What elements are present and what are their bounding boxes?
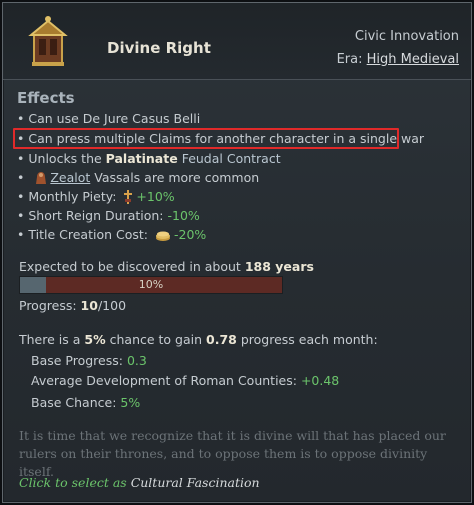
effects-list: • Can use De Jure Casus Belli • Can press … <box>13 109 463 244</box>
effect-text: Vassals are more common <box>94 170 260 185</box>
progress-total: /100 <box>97 298 127 313</box>
era-link[interactable]: High Medieval <box>367 52 459 67</box>
progress-bar-label: 10% <box>138 278 164 291</box>
avg-dev-label: Average Development of Roman Counties: <box>31 373 297 388</box>
effect-item: • Can use De Jure Casus Belli <box>17 111 201 126</box>
effect-text: Can press multiple Claims for another ch… <box>28 131 425 146</box>
expected-discovery: Expected to be discovered in about 188 y… <box>19 259 314 274</box>
base-chance-label: Base Chance: <box>31 395 117 410</box>
effect-item: • Short Reign Duration: -10% <box>17 208 200 223</box>
tech-era: Era: High Medieval <box>337 52 459 67</box>
tooltip-panel: Divine Right Civic Innovation Era: High … <box>2 2 472 503</box>
base-progress-value: 0.3 <box>126 353 147 368</box>
expected-years: 188 years <box>244 259 314 274</box>
chance-text: chance to gain <box>109 332 203 347</box>
flavor-text: It is time that we recognize that it is … <box>19 428 446 479</box>
avg-dev-value: +0.48 <box>300 373 340 388</box>
tech-title: Divine Right <box>107 39 211 57</box>
chance-text: There is a <box>19 332 81 347</box>
monthly-chance: There is a 5% chance to gain 0.78 progre… <box>19 332 378 347</box>
effect-text: Can use De Jure Casus Belli <box>28 111 201 126</box>
progress-label: Progress: <box>19 298 77 313</box>
zealot-link[interactable]: Zealot <box>50 170 90 185</box>
piety-value: +10% <box>136 189 175 204</box>
base-progress: Base Progress: 0.3 <box>31 353 147 368</box>
tech-category: Civic Innovation <box>354 29 459 44</box>
effects-heading: Effects <box>17 89 75 107</box>
base-progress-label: Base Progress: <box>31 353 123 368</box>
chance-amount: 0.78 <box>206 332 237 347</box>
piety-icon <box>124 190 133 204</box>
effect-label: Short Reign Duration: <box>28 208 164 223</box>
palatinate-link[interactable]: Palatinate <box>106 151 178 166</box>
feudal-contract-link[interactable]: Feudal Contract <box>182 151 281 166</box>
effect-item: • Title Creation Cost: -20% <box>17 227 207 242</box>
progress-readout: Progress: 10/100 <box>19 298 126 313</box>
effect-item: • Monthly Piety: +10% <box>17 189 175 204</box>
tooltip-header: Divine Right Civic Innovation Era: High … <box>3 3 471 80</box>
progress-value: 10 <box>80 298 98 313</box>
chance-text: progress each month: <box>240 332 378 347</box>
reliquary-icon <box>28 16 68 66</box>
gold-icon <box>155 231 170 241</box>
effect-label: Monthly Piety: <box>28 189 117 204</box>
average-development: Average Development of Roman Counties: +… <box>31 373 339 388</box>
base-chance-value: 5% <box>120 395 141 410</box>
select-hint-text: Click to select as <box>19 475 127 490</box>
base-chance: Base Chance: 5% <box>31 395 140 410</box>
era-label: Era: <box>336 52 363 67</box>
zealot-icon <box>36 172 47 184</box>
effect-item-highlighted: • Can press multiple Claims for another c… <box>13 128 424 149</box>
effect-item: • Zealot Vassals are more common <box>17 170 260 185</box>
title-cost-value: -20% <box>173 227 207 242</box>
select-hint[interactable]: Click to select as Cultural Fascination <box>19 475 260 490</box>
effect-label: Title Creation Cost: <box>28 227 148 242</box>
effect-text: Unlocks the <box>28 151 102 166</box>
select-target: Cultural Fascination <box>130 475 260 490</box>
chance-percent: 5% <box>84 332 106 347</box>
effect-item: • Unlocks the Palatinate Feudal Contract <box>17 151 281 166</box>
expected-text: Expected to be discovered in about <box>19 259 241 274</box>
short-reign-value: -10% <box>167 208 200 223</box>
progress-bar: 10% <box>19 276 283 294</box>
